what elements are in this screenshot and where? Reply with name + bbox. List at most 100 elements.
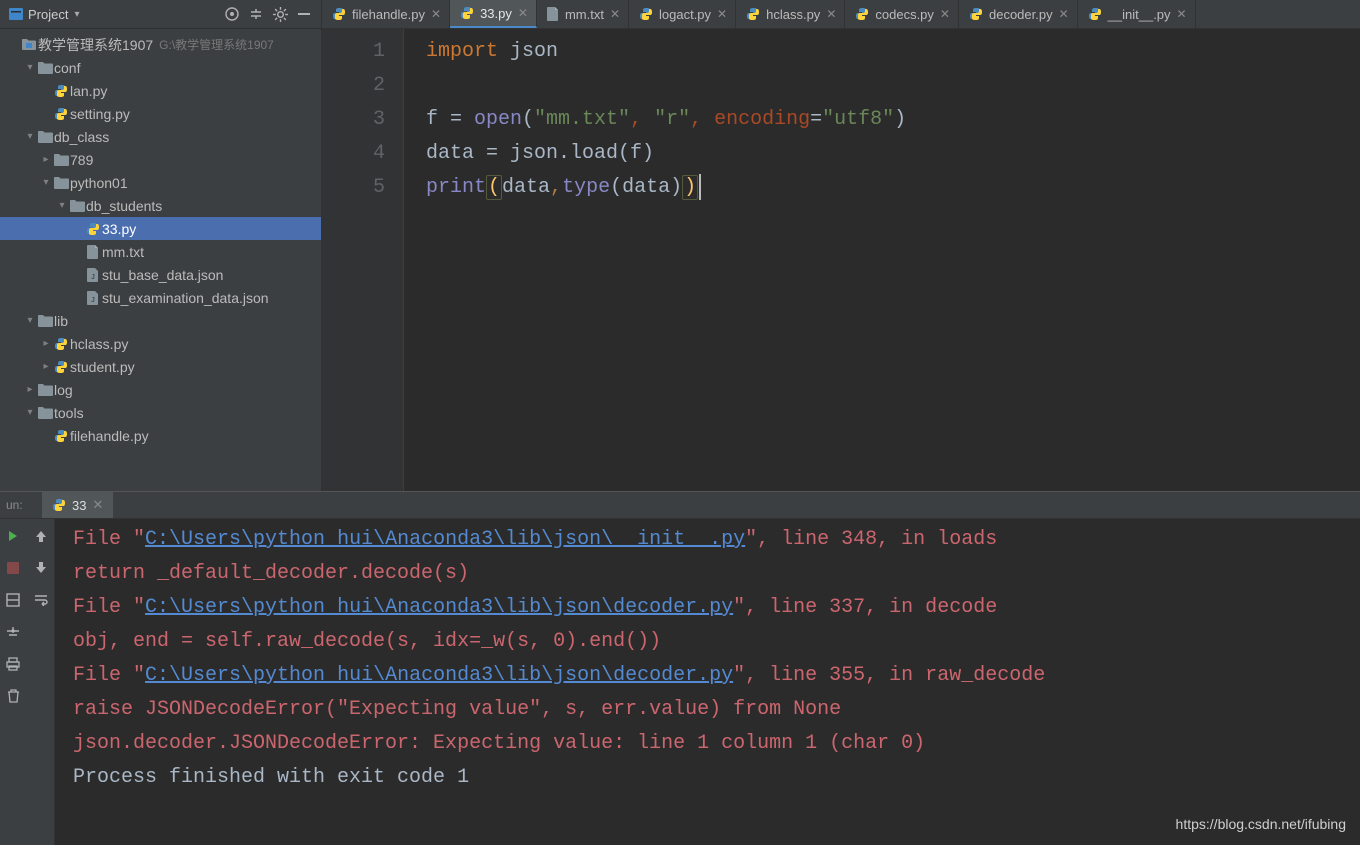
tree-item-filehandle-py[interactable]: filehandle.py xyxy=(0,424,321,447)
folder-icon xyxy=(52,175,70,191)
tree-item--1907[interactable]: 教学管理系统1907G:\教学管理系统1907 xyxy=(0,33,321,56)
sidebar-title: Project xyxy=(28,7,68,22)
code-area[interactable]: import json f = open("mm.txt", "r", enco… xyxy=(404,29,906,491)
py-icon xyxy=(1088,7,1102,21)
down-icon[interactable] xyxy=(29,557,53,579)
chevron-down-icon[interactable]: ▾ xyxy=(40,177,52,188)
tree-item-db-students[interactable]: ▾ db_students xyxy=(0,194,321,217)
hide-icon[interactable] xyxy=(293,3,315,25)
tree-item-lib[interactable]: ▾ lib xyxy=(0,309,321,332)
tree-item-conf[interactable]: ▾ conf xyxy=(0,56,321,79)
tab-decoder-py[interactable]: decoder.py ✕ xyxy=(959,0,1078,28)
text-cursor xyxy=(699,174,701,200)
chevron-right-icon[interactable]: ▸ xyxy=(40,338,52,349)
tree-item-setting-py[interactable]: setting.py xyxy=(0,102,321,125)
chevron-right-icon[interactable]: ▸ xyxy=(24,384,36,395)
run-tab[interactable]: 33 ✕ xyxy=(42,492,113,518)
svg-text:J: J xyxy=(91,274,95,281)
folder-icon xyxy=(36,405,54,421)
console-output[interactable]: File "C:\Users\python_hui\Anaconda3\lib\… xyxy=(55,519,1360,845)
run-header: un: 33 ✕ xyxy=(0,492,1360,519)
close-icon[interactable]: ✕ xyxy=(826,7,836,21)
module-icon xyxy=(20,37,38,53)
layout-icon[interactable] xyxy=(1,589,25,611)
tab-label: decoder.py xyxy=(989,7,1053,22)
chevron-down-icon[interactable]: ▾ xyxy=(24,315,36,326)
tree-label: filehandle.py xyxy=(70,428,149,444)
python-icon xyxy=(52,498,66,512)
json-icon: J xyxy=(84,267,102,283)
tree-item-tools[interactable]: ▾tools xyxy=(0,401,321,424)
editor-body[interactable]: 12345 import json f = open("mm.txt", "r"… xyxy=(322,29,1360,491)
print-icon[interactable] xyxy=(1,653,25,675)
editor-tabs: filehandle.py✕33.py✕mm.txt✕logact.py✕hcl… xyxy=(322,0,1360,29)
close-icon[interactable]: ✕ xyxy=(717,7,727,21)
close-icon[interactable]: ✕ xyxy=(1059,7,1069,21)
tab-hclass-py[interactable]: hclass.py✕ xyxy=(736,0,845,28)
chevron-down-icon[interactable]: ▾ xyxy=(24,131,36,142)
tree-item-student-py[interactable]: ▸student.py xyxy=(0,355,321,378)
chevron-down-icon[interactable]: ▾ xyxy=(24,407,36,418)
traceback-link-1[interactable]: C:\Users\python_hui\Anaconda3\lib\json\_… xyxy=(145,528,745,551)
tree-item-python01[interactable]: ▾ python01 xyxy=(0,171,321,194)
tab--init-py[interactable]: __init__.py✕ xyxy=(1078,0,1196,28)
tree-item-hclass-py[interactable]: ▸hclass.py xyxy=(0,332,321,355)
editor-area: filehandle.py✕33.py✕mm.txt✕logact.py✕hcl… xyxy=(322,0,1360,491)
tree-item-log[interactable]: ▸log xyxy=(0,378,321,401)
tab-codecs-py[interactable]: codecs.py✕ xyxy=(845,0,959,28)
collapse-all-icon[interactable] xyxy=(245,3,267,25)
up-icon[interactable] xyxy=(29,525,53,547)
run-panel: un: 33 ✕ xyxy=(0,491,1360,845)
tree-item-lan-py[interactable]: lan.py xyxy=(0,79,321,102)
py-icon xyxy=(52,428,70,444)
line-number: 4 xyxy=(322,137,385,171)
close-icon[interactable]: ✕ xyxy=(92,497,103,513)
tree-label: db_students xyxy=(86,198,162,214)
trash-icon[interactable] xyxy=(1,685,25,707)
py-icon xyxy=(855,7,869,21)
project-tree[interactable]: 教学管理系统1907G:\教学管理系统1907 ▾ conf lan.pysettin… xyxy=(0,29,321,491)
tree-item-db-class[interactable]: ▾db_class xyxy=(0,125,321,148)
traceback-link-3[interactable]: C:\Users\python_hui\Anaconda3\lib\json\d… xyxy=(145,664,733,687)
tree-label: mm.txt xyxy=(102,244,144,260)
traceback-link-2[interactable]: C:\Users\python_hui\Anaconda3\lib\json\d… xyxy=(145,596,733,619)
folder-icon xyxy=(36,129,54,145)
tree-item-33-py[interactable]: 33.py xyxy=(0,217,321,240)
tab-logact-py[interactable]: logact.py✕ xyxy=(629,0,736,28)
chevron-right-icon[interactable]: ▸ xyxy=(40,361,52,372)
tree-item-mm-txt[interactable]: mm.txt xyxy=(0,240,321,263)
tree-label: lib xyxy=(54,313,68,329)
tree-item-stu-examination-data-json[interactable]: Jstu_examination_data.json xyxy=(0,286,321,309)
py-icon xyxy=(460,6,474,20)
tree-label: conf xyxy=(54,60,80,76)
chevron-down-icon[interactable]: ▾ xyxy=(56,200,68,211)
tab-mm-txt[interactable]: mm.txt✕ xyxy=(537,0,629,28)
close-icon[interactable]: ✕ xyxy=(431,7,441,21)
tree-label: stu_base_data.json xyxy=(102,267,223,283)
chevron-right-icon[interactable]: ▸ xyxy=(40,154,52,165)
line-number: 2 xyxy=(322,69,385,103)
stop-icon[interactable] xyxy=(1,557,25,579)
py-icon xyxy=(639,7,653,21)
wrap-icon[interactable] xyxy=(29,589,53,611)
tree-item-789[interactable]: ▸789 xyxy=(0,148,321,171)
file-icon xyxy=(547,7,559,21)
chevron-down-icon[interactable]: ▾ xyxy=(24,62,36,73)
folder-icon xyxy=(52,152,70,168)
tree-item-stu-base-data-json[interactable]: Jstu_base_data.json xyxy=(0,263,321,286)
keyword-import: import xyxy=(426,40,498,63)
line-number: 5 xyxy=(322,171,385,205)
exit-message: Process finished with exit code 1 xyxy=(73,761,1360,795)
tab-33-py[interactable]: 33.py✕ xyxy=(450,0,537,28)
tree-label: python01 xyxy=(70,175,128,191)
select-opened-file-icon[interactable] xyxy=(221,3,243,25)
close-icon[interactable]: ✕ xyxy=(610,7,620,21)
filter-icon[interactable] xyxy=(1,621,25,643)
dropdown-icon[interactable]: ▾ xyxy=(74,9,79,20)
settings-icon[interactable] xyxy=(269,3,291,25)
close-icon[interactable]: ✕ xyxy=(1177,7,1187,21)
tab-filehandle-py[interactable]: filehandle.py✕ xyxy=(322,0,450,28)
rerun-icon[interactable] xyxy=(1,525,25,547)
close-icon[interactable]: ✕ xyxy=(940,7,950,21)
close-icon[interactable]: ✕ xyxy=(518,6,528,20)
